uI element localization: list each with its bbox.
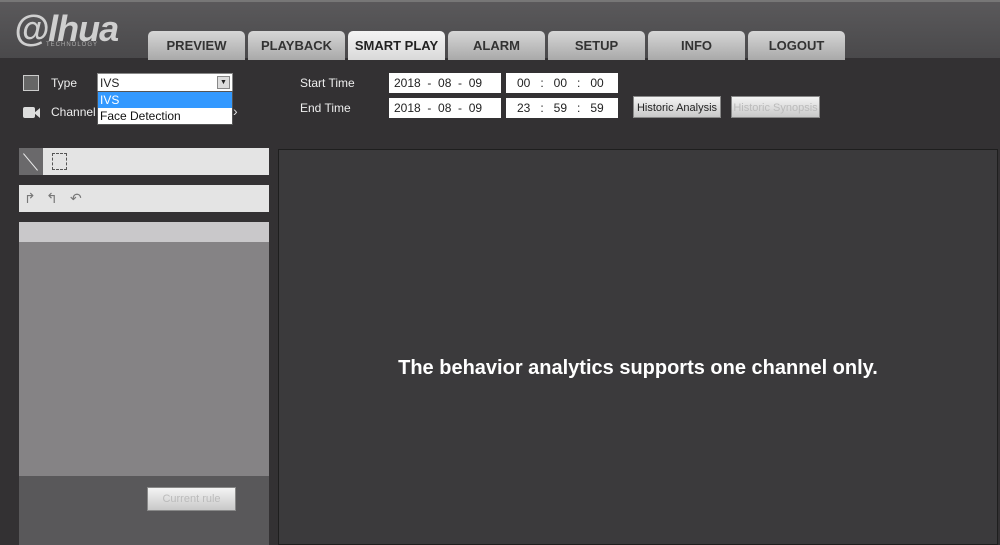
action-toolbar: ↱ ↰ ↶ [19, 185, 269, 212]
rule-footer: Current rule [19, 476, 269, 545]
undo-icon[interactable]: ↰ [46, 190, 58, 207]
tab-info[interactable]: INFO [648, 31, 745, 60]
video-area: The behavior analytics supports one chan… [278, 149, 998, 545]
option-ivs[interactable]: IVS [98, 92, 232, 108]
type-dropdown[interactable]: IVS Face Detection [97, 91, 233, 125]
end-time-input[interactable]: 23 : 59 : 59 [506, 98, 618, 118]
rectangle-tool-icon[interactable] [52, 153, 67, 170]
end-time-label: End Time [300, 101, 351, 115]
current-rule-button[interactable]: Current rule [147, 487, 236, 511]
start-time-label: Start Time [300, 76, 355, 90]
rule-list-header [19, 222, 269, 242]
option-face-detection[interactable]: Face Detection [98, 108, 232, 124]
rule-list [19, 242, 269, 476]
video-message: The behavior analytics supports one chan… [398, 357, 878, 379]
end-date-input[interactable]: 2018 - 08 - 09 [389, 98, 501, 118]
type-label: Type [51, 76, 78, 90]
chevron-right-icon[interactable]: › [233, 103, 238, 119]
tab-alarm[interactable]: ALARM [448, 31, 545, 60]
historic-analysis-button[interactable]: Historic Analysis [633, 96, 721, 118]
historic-synopsis-button[interactable]: Historic Synopsis [731, 96, 820, 118]
draw-toolbar [19, 148, 269, 175]
start-date-input[interactable]: 2018 - 08 - 09 [389, 73, 501, 93]
tab-smart-play[interactable]: SMART PLAY [348, 31, 445, 60]
header: @lhua TECHNOLOGY PREVIEW PLAYBACK SMART … [0, 0, 1000, 60]
tab-preview[interactable]: PREVIEW [148, 31, 245, 60]
type-icon [23, 75, 39, 91]
type-select-value: IVS [100, 76, 120, 90]
tab-playback[interactable]: PLAYBACK [248, 31, 345, 60]
redo-icon[interactable]: ↱ [24, 190, 36, 207]
chevron-down-icon[interactable]: ▼ [217, 76, 230, 89]
tab-setup[interactable]: SETUP [548, 31, 645, 60]
start-time-input[interactable]: 00 : 00 : 00 [506, 73, 618, 93]
type-select[interactable]: IVS ▼ [97, 73, 233, 92]
clear-icon[interactable]: ↶ [70, 190, 82, 207]
logo-tagline: TECHNOLOGY [46, 42, 99, 48]
line-tool-icon[interactable] [19, 148, 43, 175]
tab-logout[interactable]: LOGOUT [748, 31, 845, 60]
channel-label: Channel [51, 105, 96, 119]
